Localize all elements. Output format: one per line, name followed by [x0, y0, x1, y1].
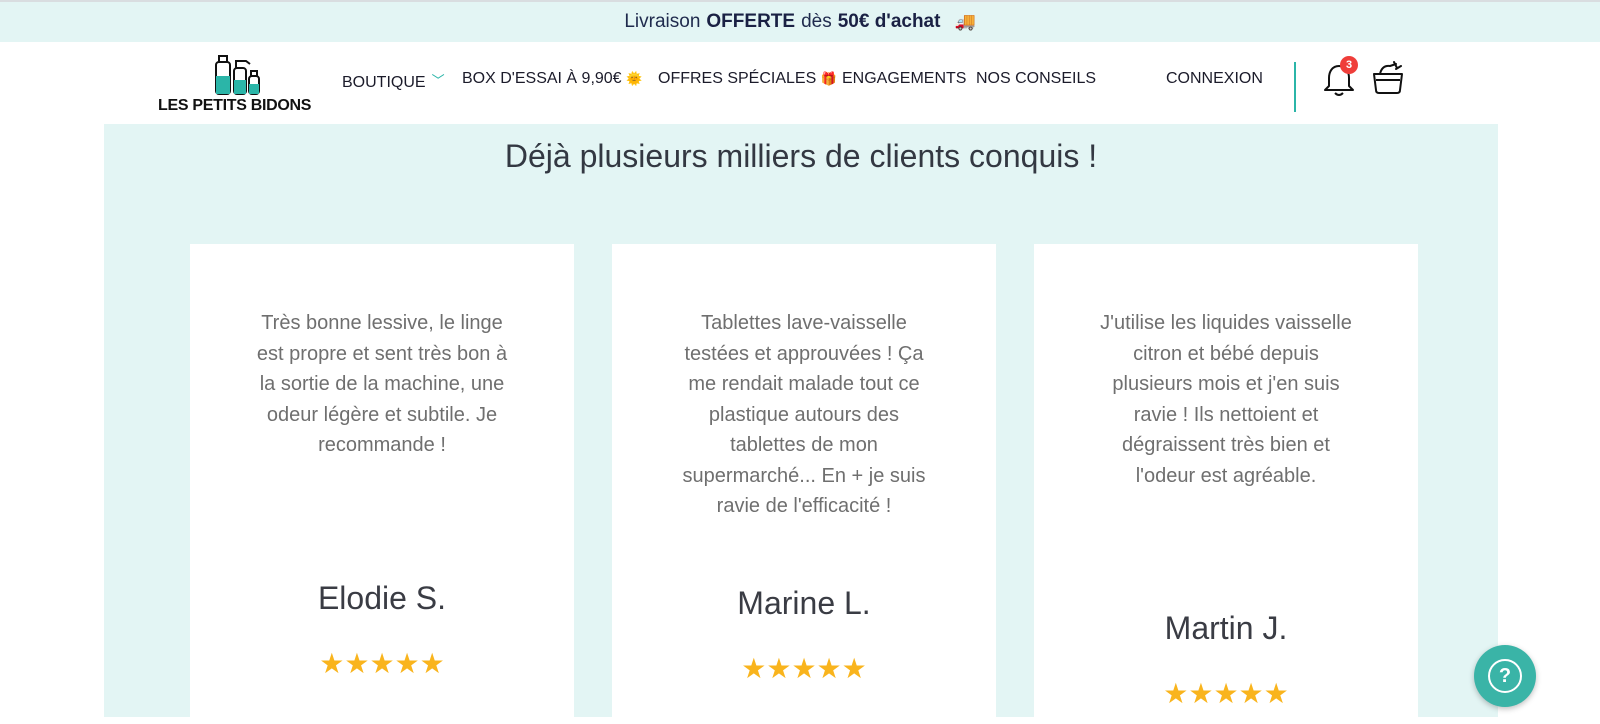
promo-amount: 50€ d'achat: [837, 11, 941, 32]
nav-item-label: NOS CONSEILS: [976, 70, 1097, 87]
testimonial-quote: Très bonne lessive, le linge est propre …: [256, 312, 508, 456]
header-divider: [1294, 62, 1296, 112]
section-title: Déjà plusieurs milliers de clients conqu…: [504, 138, 1098, 174]
promo-prefix: Livraison: [624, 11, 701, 32]
nav-item-boutique[interactable]: BOUTIQUE ﹀: [342, 70, 445, 92]
star-rating: ★★★★★: [1163, 678, 1289, 709]
logo[interactable]: LES PETITS BIDONS: [158, 52, 318, 114]
chevron-down-icon: ﹀: [431, 73, 445, 88]
bottles-icon: [215, 55, 260, 95]
sun-icon: 🌞: [626, 71, 643, 86]
promo-middle: dès: [801, 11, 832, 32]
promo-highlight: OFFERTE: [706, 11, 796, 32]
nav-item-label: BOUTIQUE: [342, 74, 426, 91]
basket-icon[interactable]: [1370, 60, 1406, 96]
help-button[interactable]: ?: [1474, 645, 1536, 707]
star-rating: ★★★★★: [319, 648, 445, 679]
nav-item-nos-conseils[interactable]: NOS CONSEILS: [976, 70, 1096, 88]
help-icon: ?: [1488, 659, 1522, 693]
logo-text: LES PETITS BIDONS: [158, 97, 312, 114]
gift-icon: 🎁: [820, 71, 837, 86]
nav-item-box-essai[interactable]: BOX D'ESSAI À 9,90€ 🌞: [462, 70, 642, 88]
nav-item-label: ENGAGEMENTS: [842, 70, 967, 87]
notification-badge: 3: [1340, 56, 1358, 74]
testimonial-author: Martin J.: [1164, 610, 1288, 646]
login-label: CONNEXION: [1166, 70, 1263, 87]
truck-icon: 🚚: [954, 12, 976, 31]
nav-item-label: OFFRES SPÉCIALES: [658, 70, 817, 87]
nav-item-offres-speciales[interactable]: OFFRES SPÉCIALES 🎁: [658, 70, 837, 88]
main-header: LES PETITS BIDONS BOUTIQUE ﹀ BOX D'ESSAI …: [0, 42, 1600, 124]
testimonial-card: Très bonne lessive, le linge est propre …: [190, 244, 574, 724]
nav-item-engagements[interactable]: ENGAGEMENTS: [842, 70, 966, 88]
promo-banner: Livraison OFFERTE dès 50€ d'achat 🚚: [0, 0, 1600, 42]
testimonial-card: Tablettes lave-vaisselle testées et appr…: [612, 244, 996, 724]
testimonial-author: Marine L.: [737, 585, 871, 621]
login-link[interactable]: CONNEXION: [1166, 70, 1263, 88]
testimonial-author: Elodie S.: [317, 580, 447, 616]
testimonial-card: J'utilise les liquides vaisselle citron …: [1034, 244, 1418, 724]
testimonial-quote: Tablettes lave-vaisselle testées et appr…: [682, 312, 926, 517]
testimonial-quote: J'utilise les liquides vaisselle citron …: [1100, 312, 1352, 487]
star-rating: ★★★★★: [741, 653, 867, 684]
testimonials-section: Déjà plusieurs milliers de clients conqu…: [104, 124, 1498, 724]
nav-item-label: BOX D'ESSAI À 9,90€: [462, 70, 622, 87]
